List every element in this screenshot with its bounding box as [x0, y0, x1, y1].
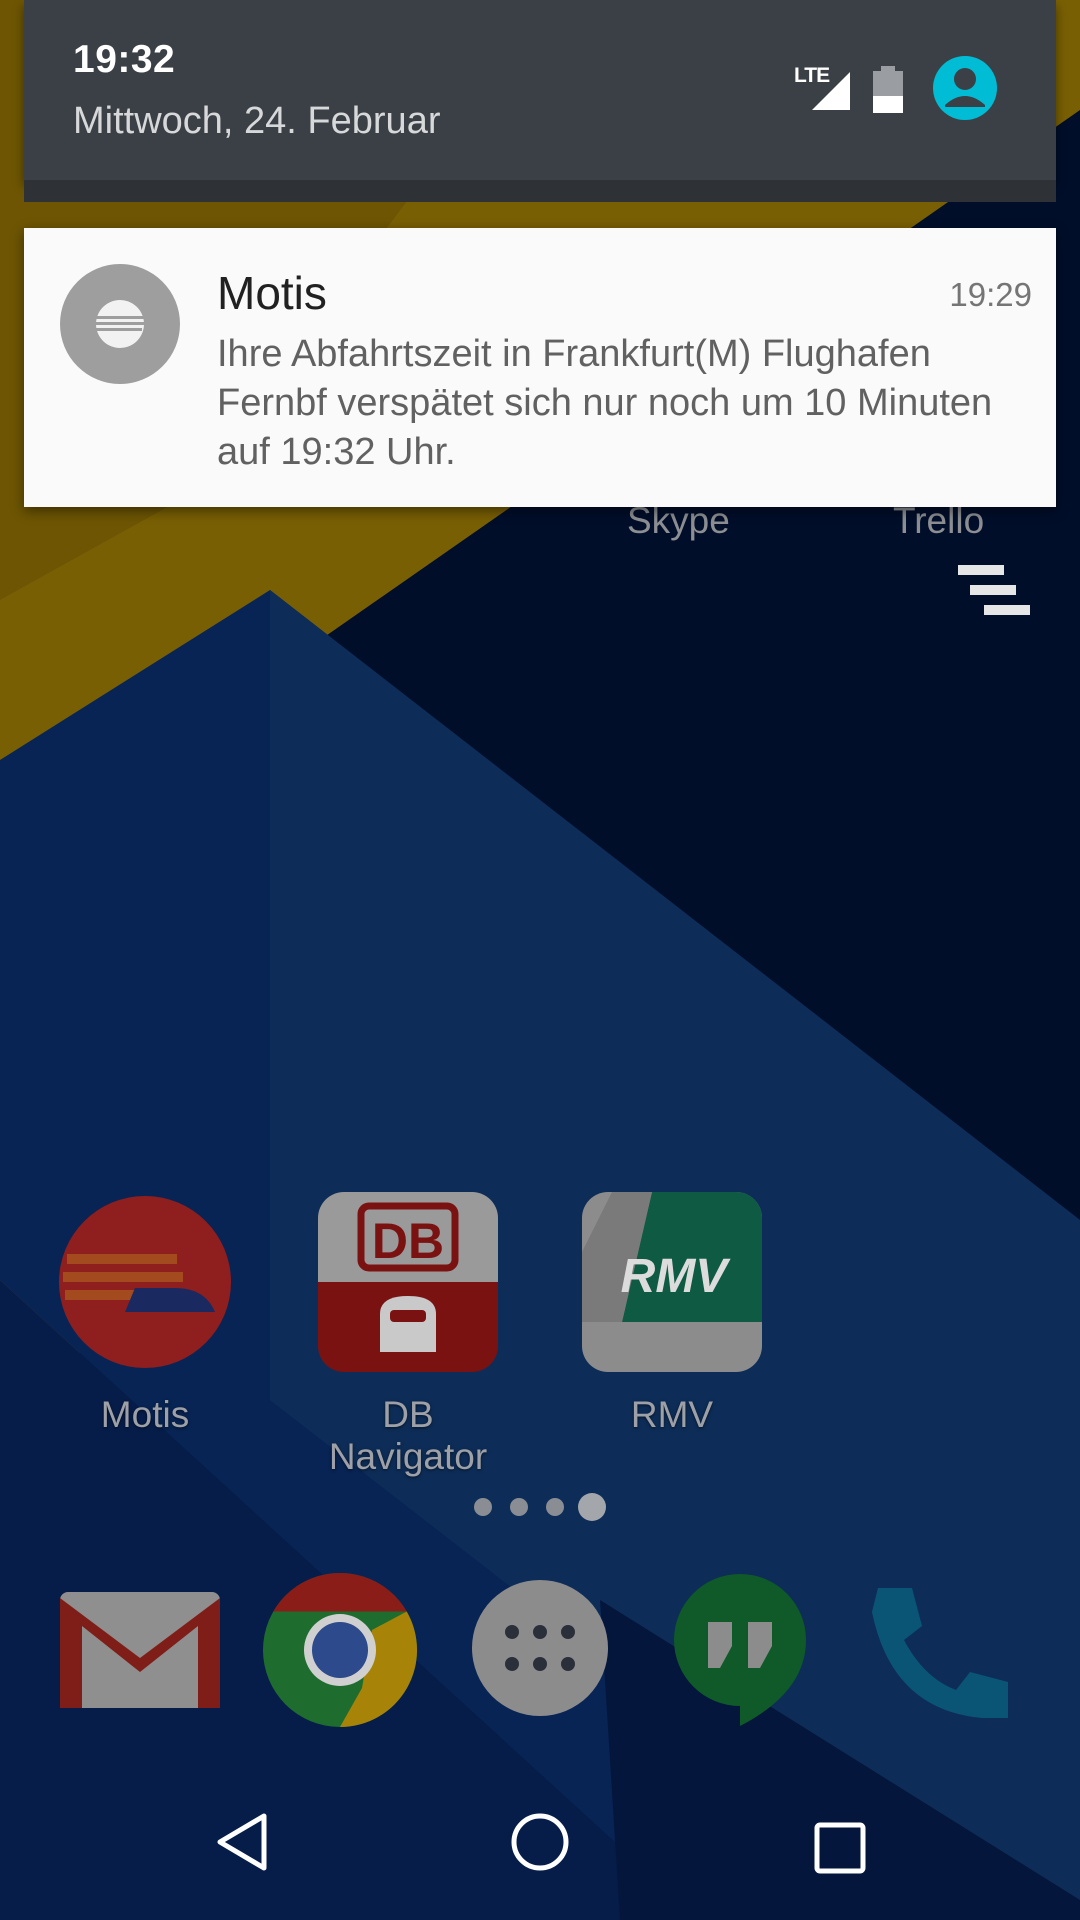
page-dot-active[interactable] [578, 1493, 606, 1521]
notification-app-icon [60, 264, 180, 384]
hangouts-icon[interactable] [672, 1572, 808, 1728]
account-icon[interactable] [932, 55, 998, 121]
db-logo-text: DB [372, 1213, 444, 1269]
status-date[interactable]: Mittwoch, 24. Februar [73, 100, 440, 143]
rmv-icon: RMV [582, 1192, 762, 1372]
list-menu-icon[interactable] [958, 565, 1030, 619]
app-drawer-button[interactable] [472, 1580, 608, 1716]
motis-icon [59, 1196, 231, 1368]
lte-signal-icon [812, 72, 850, 110]
db-navigator-icon: DB [318, 1192, 498, 1372]
notification-title: Motis [217, 267, 327, 319]
notification-body: Ihre Abfahrtszeit in Frankfurt(M) Flugha… [217, 333, 993, 473]
train-icon [94, 300, 144, 348]
app-rmv[interactable]: RMV RMV [562, 1192, 782, 1436]
battery-icon [873, 66, 903, 113]
page-dot[interactable] [510, 1498, 528, 1516]
status-clock: 19:32 [73, 38, 176, 81]
quick-settings-header[interactable]: 19:32 Mittwoch, 24. Februar LTE [24, 0, 1056, 180]
app-db-navigator[interactable]: DB DB Navigator [298, 1192, 518, 1478]
page-indicator[interactable] [474, 1490, 614, 1521]
page-dot[interactable] [546, 1498, 564, 1516]
notification-time: 19:29 [949, 276, 1032, 313]
recents-icon[interactable] [814, 1822, 866, 1874]
home-icon[interactable] [510, 1812, 570, 1872]
shade-divider [24, 180, 1056, 202]
page-dot[interactable] [474, 1498, 492, 1516]
app-drawer-icon [505, 1625, 575, 1671]
rmv-logo-text: RMV [621, 1250, 732, 1303]
chrome-icon[interactable] [262, 1572, 418, 1728]
app-motis[interactable]: Motis [35, 1192, 255, 1436]
app-label-rmv: RMV [630, 1394, 714, 1435]
home-screen: Skype Trello Motis DB DB Navigator RMV R… [0, 0, 1080, 1920]
phone-icon[interactable] [872, 1582, 1008, 1718]
gmail-icon[interactable] [60, 1592, 220, 1708]
notification-card[interactable]: Motis 19:29 Ihre Abfahrtszeit in Frankfu… [24, 228, 1056, 507]
app-label-db-navigator: DB Navigator [328, 1394, 488, 1477]
app-label-motis: Motis [100, 1394, 190, 1435]
back-icon[interactable] [214, 1812, 270, 1872]
